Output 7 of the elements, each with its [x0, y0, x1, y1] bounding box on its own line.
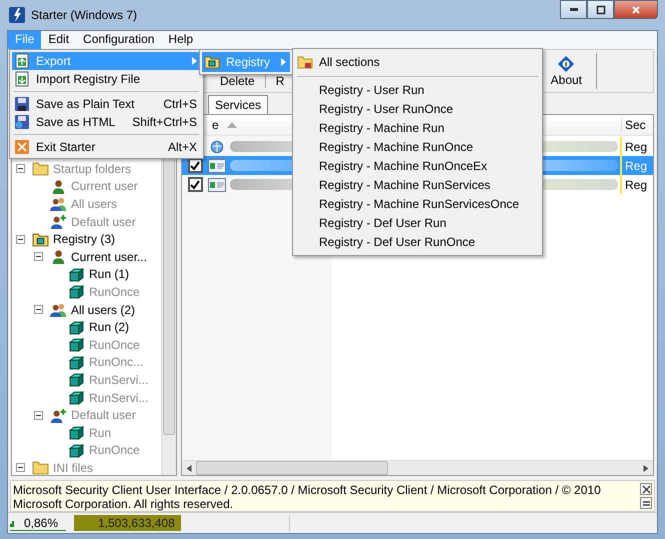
- table-cell-text: Reg: [624, 178, 648, 192]
- info-text: Microsoft Security Client User Interface / 2.0.0657.0 / Microsoft Security Client / Microsoft Corporation / © 2010 Microsoft Corporation. All rights reserved.: [13, 483, 602, 509]
- window-title: Starter (Windows 7): [31, 8, 138, 22]
- memory-usage: 1,503,633,408: [74, 515, 181, 531]
- table-cell-text: Reg: [624, 158, 648, 172]
- cpu-usage: 0,86%: [10, 516, 66, 530]
- table-cell-text: Reg: [624, 140, 648, 154]
